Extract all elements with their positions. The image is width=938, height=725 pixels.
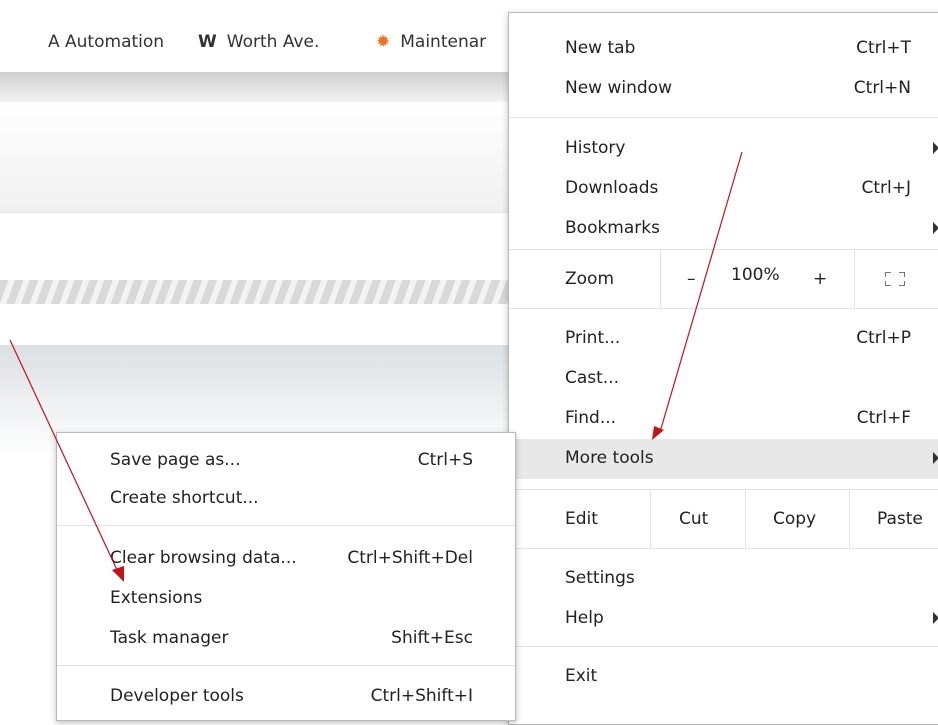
menu-item-label: Help: [565, 608, 604, 628]
zoom-row: Zoom – 100% +: [509, 249, 938, 309]
menu-item-settings[interactable]: Settings: [509, 559, 938, 599]
divider: [854, 250, 855, 308]
bookmark-maintenance[interactable]: ✹ Maintenar: [376, 32, 486, 52]
more-tools-submenu: Save page as... Ctrl+S Create shortcut..…: [56, 432, 516, 721]
worth-ave-icon: W: [198, 32, 217, 52]
menu-separator: [57, 525, 515, 526]
menu-item-shortcut: Ctrl+J: [861, 178, 911, 198]
divider: [849, 490, 850, 548]
menu-item-new-tab[interactable]: New tab Ctrl+T: [509, 29, 938, 69]
submenu-arrow-icon: [933, 452, 938, 464]
zoom-label: Zoom: [565, 269, 615, 289]
fullscreen-icon[interactable]: [885, 272, 905, 286]
menu-item-label: Developer tools: [110, 686, 244, 706]
menu-item-more-tools[interactable]: More tools: [509, 439, 938, 479]
menu-item-exit[interactable]: Exit: [509, 657, 938, 697]
menu-item-downloads[interactable]: Downloads Ctrl+J: [509, 169, 938, 209]
bookmark-label: Maintenar: [400, 32, 487, 52]
zoom-level: 100%: [731, 265, 780, 285]
submenu-item-task-manager[interactable]: Task manager Shift+Esc: [57, 619, 515, 659]
menu-item-find[interactable]: Find... Ctrl+F: [509, 399, 938, 439]
bookmark-worth-ave[interactable]: W Worth Ave.: [198, 32, 319, 52]
menu-item-label: Task manager: [110, 628, 229, 648]
menu-item-label: Create shortcut...: [110, 488, 259, 508]
zoom-in-button[interactable]: +: [813, 250, 827, 308]
menu-item-label: Find...: [565, 408, 617, 428]
menu-item-label: Exit: [565, 666, 598, 686]
menu-item-bookmarks[interactable]: Bookmarks: [509, 209, 938, 249]
page-content-band: [0, 102, 510, 213]
edit-label: Edit: [565, 509, 598, 529]
bookmark-automation[interactable]: A Automation: [48, 32, 164, 52]
bookmarks-bar: A Automation W Worth Ave. ✹ Maintenar: [0, 12, 520, 72]
menu-item-label: Clear browsing data...: [110, 548, 297, 568]
menu-item-history[interactable]: History: [509, 129, 938, 169]
menu-item-new-window[interactable]: New window Ctrl+N: [509, 69, 938, 109]
menu-separator: [509, 117, 938, 118]
page-decorative-stripe: [0, 280, 510, 304]
menu-item-label: New tab: [565, 38, 636, 58]
menu-item-shortcut: Shift+Esc: [391, 628, 473, 648]
menu-item-print[interactable]: Print... Ctrl+P: [509, 319, 938, 359]
menu-item-label: Bookmarks: [565, 218, 660, 238]
menu-item-label: More tools: [565, 448, 654, 468]
menu-item-shortcut: Ctrl+N: [853, 78, 911, 98]
menu-item-label: New window: [565, 78, 672, 98]
page-header-band: [0, 72, 510, 102]
submenu-arrow-icon: [933, 142, 938, 154]
menu-item-label: Cast...: [565, 368, 620, 388]
bookmark-label: Worth Ave.: [226, 32, 320, 52]
menu-item-label: Downloads: [565, 178, 659, 198]
menu-item-label: Extensions: [110, 588, 203, 608]
menu-item-label: Print...: [565, 328, 621, 348]
menu-item-shortcut: Ctrl+F: [856, 408, 911, 428]
menu-item-label: History: [565, 138, 626, 158]
submenu-arrow-icon: [933, 612, 938, 624]
menu-item-shortcut: Ctrl+T: [856, 38, 911, 58]
submenu-item-create-shortcut[interactable]: Create shortcut...: [57, 479, 515, 519]
copy-button[interactable]: Copy: [773, 490, 816, 548]
menu-item-help[interactable]: Help: [509, 599, 938, 639]
maintenance-icon: ✹: [376, 32, 391, 52]
divider: [745, 490, 746, 548]
divider: [660, 250, 661, 308]
menu-item-shortcut: Ctrl+P: [856, 328, 911, 348]
bookmark-label: A Automation: [48, 32, 165, 52]
submenu-arrow-icon: [933, 222, 938, 234]
menu-separator: [509, 646, 938, 647]
menu-item-label: Settings: [565, 568, 635, 588]
menu-item-cast[interactable]: Cast...: [509, 359, 938, 399]
submenu-item-save-page[interactable]: Save page as... Ctrl+S: [57, 441, 515, 481]
menu-item-shortcut: Ctrl+S: [417, 450, 473, 470]
menu-item-shortcut: Ctrl+Shift+I: [370, 686, 473, 706]
edit-row: Edit Cut Copy Paste: [509, 489, 938, 549]
menu-separator: [57, 665, 515, 666]
menu-item-shortcut: Ctrl+Shift+Del: [347, 548, 473, 568]
cut-button[interactable]: Cut: [679, 490, 708, 548]
browser-main-menu: New tab Ctrl+T New window Ctrl+N History…: [508, 12, 938, 725]
submenu-item-clear-browsing-data[interactable]: Clear browsing data... Ctrl+Shift+Del: [57, 539, 515, 579]
menu-item-label: Save page as...: [110, 450, 241, 470]
submenu-item-developer-tools[interactable]: Developer tools Ctrl+Shift+I: [57, 677, 515, 717]
submenu-item-extensions[interactable]: Extensions: [57, 579, 515, 619]
divider: [650, 490, 651, 548]
zoom-out-button[interactable]: –: [687, 250, 696, 308]
paste-button[interactable]: Paste: [877, 490, 923, 548]
